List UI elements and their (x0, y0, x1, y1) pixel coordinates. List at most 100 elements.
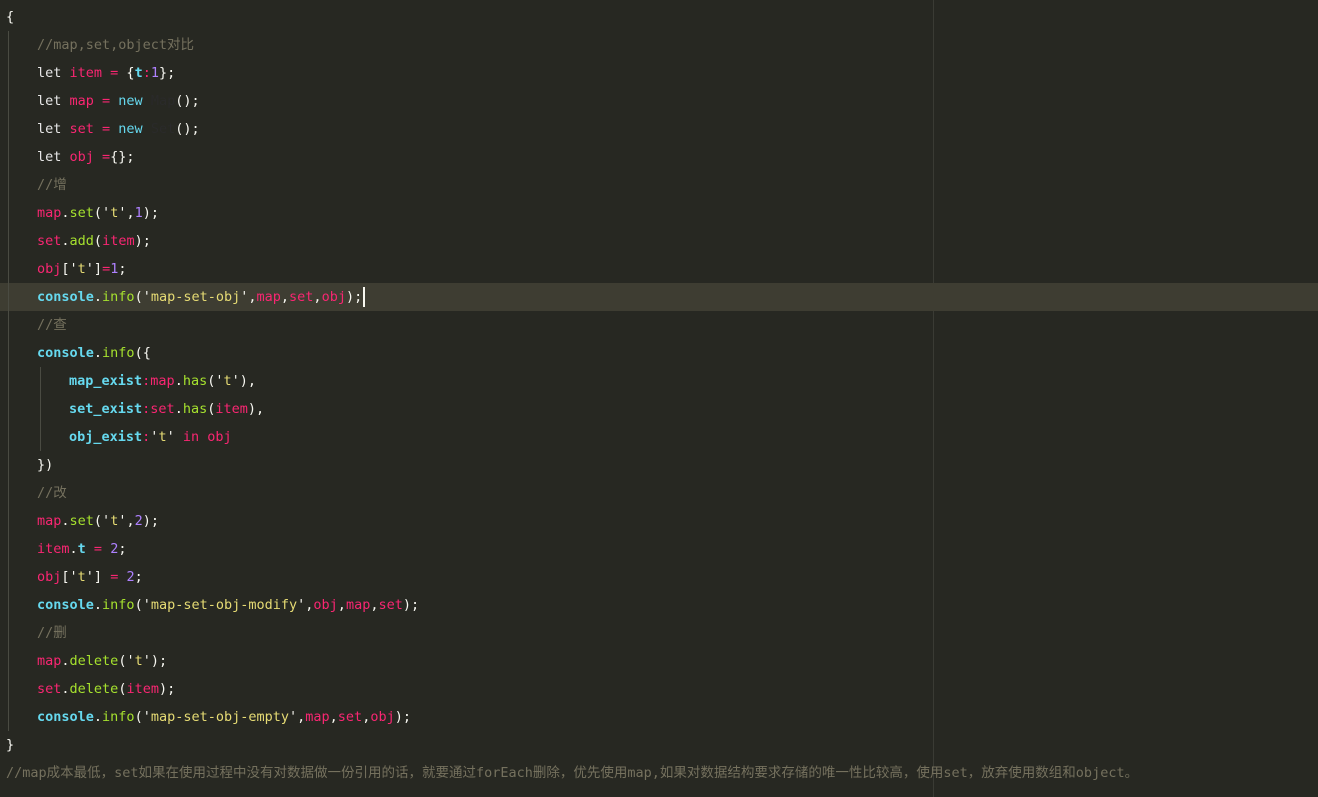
indent-guide (8, 143, 9, 171)
indent-guide (8, 647, 9, 675)
code-token: map (345, 597, 371, 613)
code-text: //增 (37, 171, 67, 199)
code-token: t (77, 541, 86, 557)
code-token: (' (134, 289, 151, 305)
code-token: set_exist (69, 401, 143, 417)
code-token: ); (345, 289, 363, 305)
code-token: {}; (110, 149, 135, 165)
code-token: } (6, 737, 15, 753)
indent-guide (8, 311, 9, 339)
code-line[interactable]: //改 (0, 479, 1318, 507)
code-line[interactable]: map.delete('t'); (0, 647, 1318, 675)
code-token: = (93, 149, 111, 165)
code-token: set (69, 121, 94, 137)
code-token: delete (69, 681, 119, 697)
code-token: = (93, 93, 119, 109)
code-token: map (37, 513, 62, 529)
indent-guide (8, 367, 9, 395)
code-token: new (118, 93, 151, 109)
code-lines-container: {//map,set,object对比 let item = {t:1}; let … (0, 3, 1318, 787)
code-token: (); (175, 121, 200, 137)
code-token: map (256, 289, 281, 305)
code-line[interactable]: let item = {t:1}; (0, 59, 1318, 87)
indent-guide (40, 423, 41, 451)
code-token: //查 (37, 317, 67, 333)
code-line[interactable]: console.info('map-set-obj-empty',map,set… (0, 703, 1318, 731)
code-line[interactable]: item.t = 2; (0, 535, 1318, 563)
code-token: map (305, 709, 330, 725)
code-line[interactable]: //map成本最低，set如果在使用过程中没有对数据做一份引用的话，就要通过fo… (0, 759, 1318, 787)
code-token: t (77, 569, 86, 585)
code-text: //查 (37, 311, 67, 339)
code-token: = (102, 261, 111, 277)
code-token: ; (118, 261, 127, 277)
code-token: (' (134, 597, 151, 613)
code-token: (' (93, 513, 111, 529)
code-line[interactable]: { (0, 3, 1318, 31)
code-line[interactable]: set.add(item); (0, 227, 1318, 255)
code-token: (' (207, 373, 224, 389)
code-token: ', (289, 709, 306, 725)
code-line[interactable]: let map = new Map(); (0, 87, 1318, 115)
indent-guide (8, 535, 9, 563)
code-token: delete (69, 653, 119, 669)
indent-guide (8, 423, 9, 451)
code-text: let set = new Set(); (37, 115, 200, 143)
code-line[interactable]: } (0, 731, 1318, 759)
code-token: ( (93, 233, 103, 249)
code-line[interactable]: console.info({ (0, 339, 1318, 367)
indent-guide (8, 283, 9, 311)
code-line[interactable]: //查 (0, 311, 1318, 339)
code-token: 2 (126, 569, 135, 585)
code-line[interactable]: obj['t']=1; (0, 255, 1318, 283)
code-line[interactable]: map.set('t',1); (0, 199, 1318, 227)
code-line[interactable]: obj['t'] = 2; (0, 563, 1318, 591)
indent-guide (8, 255, 9, 283)
code-line[interactable]: console.info('map-set-obj-modify',obj,ma… (0, 591, 1318, 619)
code-token: ', (297, 597, 314, 613)
code-token: set (69, 513, 94, 529)
indent-guide (8, 171, 9, 199)
code-token: obj (69, 149, 94, 165)
indent-guide (8, 675, 9, 703)
code-token: ; (118, 541, 127, 557)
code-token: '), (231, 373, 257, 389)
code-token: . (93, 345, 103, 361)
indent-guide (8, 703, 9, 731)
code-line[interactable]: let obj ={}; (0, 143, 1318, 171)
code-line[interactable]: set_exist:set.has(item), (0, 395, 1318, 423)
code-token: ); (402, 597, 420, 613)
code-line[interactable]: //map,set,object对比 (0, 31, 1318, 59)
code-token: . (174, 401, 183, 417)
code-text: let map = new Map(); (37, 87, 200, 115)
code-token: obj (370, 709, 395, 725)
code-token: item (126, 681, 159, 697)
code-line[interactable]: obj_exist:'t' in obj (0, 423, 1318, 451)
indent-guide (8, 591, 9, 619)
code-token: obj (313, 597, 338, 613)
code-line[interactable]: let set = new Set(); (0, 115, 1318, 143)
code-line[interactable]: map_exist:map.has('t'), (0, 367, 1318, 395)
code-token: set (289, 289, 314, 305)
code-line[interactable]: set.delete(item); (0, 675, 1318, 703)
indent-guide (8, 395, 9, 423)
code-line[interactable]: //增 (0, 171, 1318, 199)
code-text: console.info('map-set-obj-empty',map,set… (37, 703, 411, 731)
code-text: map.delete('t'); (37, 647, 167, 675)
code-token: ); (158, 681, 176, 697)
code-token: obj (37, 261, 62, 277)
code-text: //删 (37, 619, 67, 647)
code-token: . (61, 681, 70, 697)
code-token: = (93, 121, 119, 137)
code-editor[interactable]: {//map,set,object对比 let item = {t:1}; let … (0, 0, 1318, 797)
code-token: = (102, 65, 127, 81)
code-token: t (77, 261, 86, 277)
code-line-active[interactable]: console.info('map-set-obj',map,set,obj); (0, 283, 1318, 311)
code-text: console.info('map-set-obj-modify',obj,ma… (37, 591, 419, 619)
code-token: in (182, 429, 208, 445)
code-text: let obj ={}; (37, 143, 135, 171)
code-line[interactable]: map.set('t',2); (0, 507, 1318, 535)
code-line[interactable]: //删 (0, 619, 1318, 647)
code-line[interactable]: }) (0, 451, 1318, 479)
code-token: '); (142, 653, 168, 669)
